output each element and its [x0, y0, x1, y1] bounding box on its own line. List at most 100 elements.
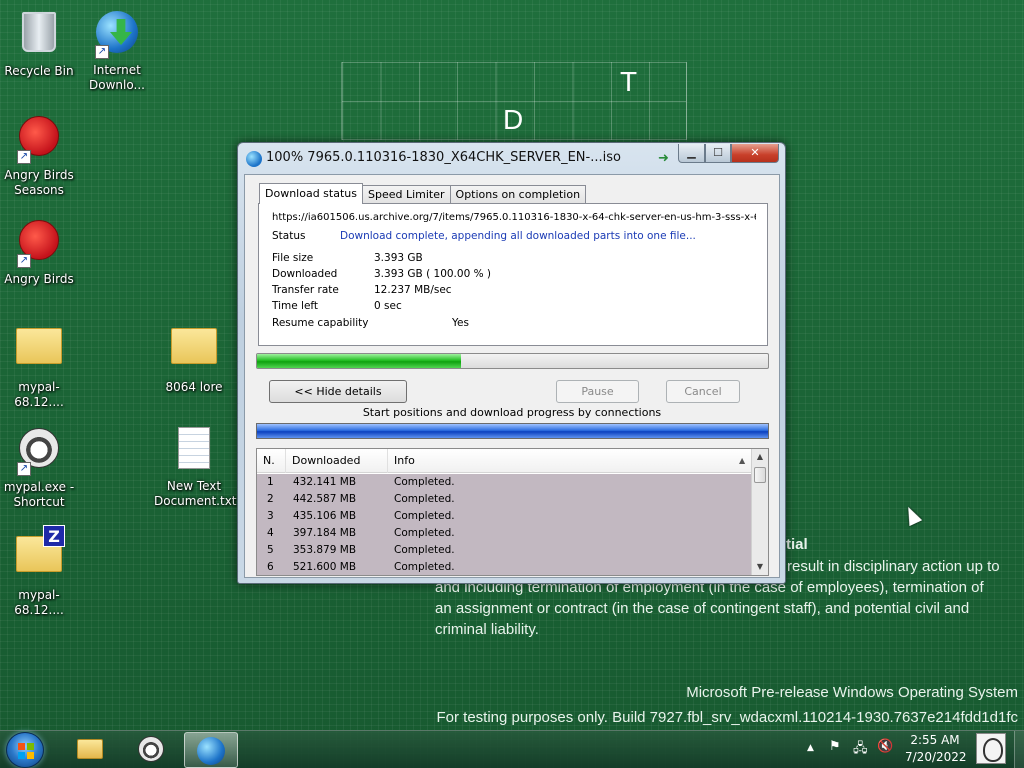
desktop-icon-label: Recycle Bin [4, 64, 74, 78]
shortcut-arrow-icon: ↗ [17, 254, 31, 268]
file-size-label: File size [272, 252, 314, 264]
desktop-icon-mypal-zip[interactable]: Z mypal-68.12.... [0, 525, 79, 618]
show-desktop-button[interactable] [1014, 731, 1024, 768]
download-progress-bar [256, 353, 769, 369]
recycle-bin-icon [15, 12, 63, 60]
volume-muted-icon[interactable]: 🔇 [877, 739, 893, 754]
close-button[interactable]: ✕ [731, 144, 779, 163]
table-row[interactable]: 1 432.141 MB Completed. [257, 474, 751, 491]
column-header-downloaded[interactable]: Downloaded [286, 449, 388, 473]
angry-birds-icon: ↗ [15, 116, 63, 164]
desktop-icon-label: Angry Birds [4, 272, 74, 286]
taskbar-mypal-button[interactable] [124, 732, 178, 768]
desktop-icon-label: mypal-68.12.... [14, 588, 64, 617]
file-size-row: File size 3.393 GB [272, 252, 423, 264]
os-watermark: Microsoft Pre-release Windows Operating … [686, 684, 1018, 701]
column-header-info[interactable]: Info [388, 449, 751, 473]
cancel-button[interactable]: Cancel [666, 380, 740, 403]
tab-options-on-completion[interactable]: Options on completion [449, 185, 587, 204]
table-row[interactable]: 4 397.184 MB Completed. [257, 525, 751, 542]
shortcut-arrow-icon: ↗ [95, 45, 109, 59]
cell-number: 6 [267, 561, 274, 573]
download-progress-fill [257, 354, 462, 368]
column-header-number[interactable]: N. [257, 449, 286, 473]
cell-number: 2 [267, 493, 274, 505]
table-row[interactable]: 3 435.106 MB Completed. [257, 508, 751, 525]
downloaded-row: Downloaded 3.393 GB ( 100.00 % ) [272, 268, 491, 280]
transfer-rate-value: 12.237 MB/sec [374, 284, 452, 296]
connections-progress-bar [256, 423, 769, 439]
status-row: Status Download complete, appending all … [272, 230, 696, 242]
mouse-cursor-icon [901, 503, 923, 527]
table-row[interactable]: 2 442.587 MB Completed. [257, 491, 751, 508]
download-arrow-icon: ➜ [658, 151, 669, 166]
clock-date[interactable]: 7/20/2022 [905, 750, 967, 764]
angry-birds-icon: ↗ [15, 220, 63, 268]
desktop-icon-label: mypal.exe - Shortcut [3, 480, 75, 509]
desktop-icon-new-text-document[interactable]: New Text Document.txt [154, 424, 237, 509]
taskbar-explorer-button[interactable] [62, 732, 116, 768]
connections-table[interactable]: N. Downloaded Info ▲ 1 432.141 MB Comple… [256, 448, 769, 576]
time-left-value: 0 sec [374, 300, 402, 312]
action-center-flag-icon[interactable]: ⚑ [829, 739, 841, 754]
scroll-up-arrow-icon[interactable]: ▲ [752, 449, 768, 465]
folder-icon [170, 328, 218, 376]
downloaded-label: Downloaded [272, 268, 338, 280]
raccoon-icon: ↗ [15, 428, 63, 476]
cell-downloaded: 353.879 MB [293, 544, 357, 556]
network-icon[interactable]: 🖧 [853, 739, 868, 761]
scroll-down-arrow-icon[interactable]: ▼ [752, 559, 768, 575]
start-button[interactable] [6, 732, 44, 768]
confidential-line: an assignment or contract (in the case o… [435, 600, 970, 617]
minimize-button[interactable]: ▁ [678, 144, 705, 163]
idm-globe-icon [246, 151, 262, 167]
show-hidden-icons-chevron-icon[interactable]: ▲ [807, 743, 814, 753]
resume-capability-value: Yes [452, 317, 469, 329]
folder-icon [77, 739, 103, 759]
sort-arrow-icon: ▲ [739, 456, 746, 465]
desktop-icon-angry-birds[interactable]: ↗ Angry Birds [0, 216, 79, 287]
title-bar[interactable]: 100% 7965.0.110316-1830_X64CHK_SERVER_EN… [238, 143, 785, 173]
file-size-value: 3.393 GB [374, 252, 423, 264]
user-avatar-icon[interactable] [976, 733, 1006, 764]
cell-info: Completed. [394, 510, 455, 522]
folder-icon [15, 328, 63, 376]
desktop-icon-angry-birds-seasons[interactable]: ↗ Angry Birds Seasons [0, 112, 79, 198]
cell-info: Completed. [394, 493, 455, 505]
hide-details-button[interactable]: << Hide details [269, 380, 407, 403]
resume-capability-label: Resume capability [272, 317, 369, 329]
table-scrollbar[interactable]: ▲ ▼ [751, 449, 768, 575]
desktop-icon-mypal-shortcut[interactable]: ↗ mypal.exe - Shortcut [0, 424, 79, 510]
pause-button[interactable]: Pause [556, 380, 639, 403]
cell-downloaded: 442.587 MB [293, 493, 357, 505]
maximize-button[interactable]: ☐ [705, 144, 731, 163]
connections-caption: Start positions and download progress by… [362, 406, 662, 419]
table-row[interactable]: 5 353.879 MB Completed. [257, 542, 751, 559]
cell-number: 1 [267, 476, 274, 488]
table-row[interactable]: 6 521.600 MB Completed. [257, 559, 751, 575]
raccoon-icon [138, 736, 164, 762]
cell-downloaded: 432.141 MB [293, 476, 357, 488]
download-status-panel: https://ia601506.us.archive.org/7/items/… [258, 203, 768, 346]
tab-strip: Download status Speed Limiter Options on… [259, 183, 587, 204]
desktop-icon-8064-lore[interactable]: 8064 lore [154, 320, 234, 395]
idm-globe-icon [197, 737, 225, 765]
desktop-icon-mypal-folder[interactable]: mypal-68.12.... [0, 320, 79, 410]
scrollbar-thumb[interactable] [754, 467, 766, 483]
cell-downloaded: 397.184 MB [293, 527, 357, 539]
taskbar [0, 730, 1024, 768]
cell-info: Completed. [394, 476, 455, 488]
clock-time[interactable]: 2:55 AM [905, 733, 965, 747]
tab-download-status[interactable]: Download status [259, 183, 363, 204]
tab-speed-limiter[interactable]: Speed Limiter [361, 185, 451, 204]
window-title: 100% 7965.0.110316-1830_X64CHK_SERVER_EN… [266, 150, 621, 165]
downloaded-value: 3.393 GB ( 100.00 % ) [374, 268, 491, 280]
table-body: 1 432.141 MB Completed. 2 442.587 MB Com… [257, 474, 751, 575]
cell-downloaded: 435.106 MB [293, 510, 357, 522]
taskbar-idm-button[interactable] [184, 732, 238, 768]
cell-info: Completed. [394, 544, 455, 556]
download-progress-window[interactable]: 100% 7965.0.110316-1830_X64CHK_SERVER_EN… [237, 142, 786, 584]
desktop-icon-recycle-bin[interactable]: Recycle Bin [0, 8, 79, 79]
desktop-icon-internet-download-manager[interactable]: ↗ Internet Downlo... [77, 8, 157, 93]
download-url: https://ia601506.us.archive.org/7/items/… [272, 212, 756, 223]
